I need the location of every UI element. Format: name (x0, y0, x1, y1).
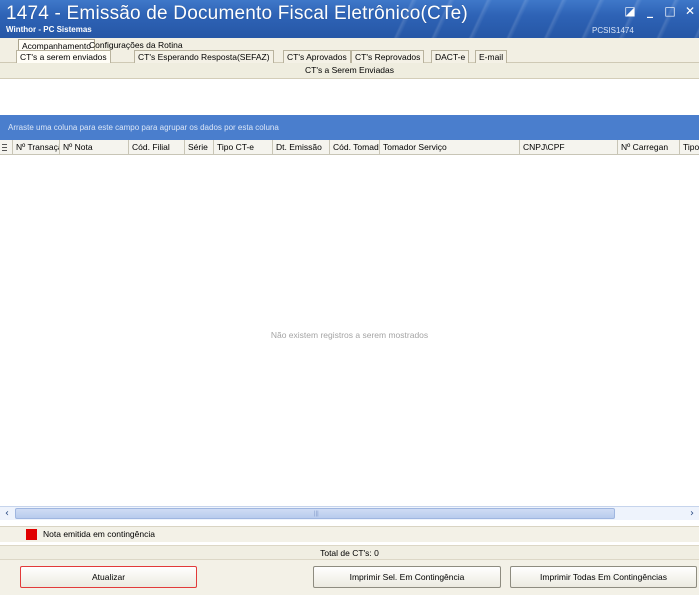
scroll-left-icon[interactable]: ‹ (0, 507, 14, 520)
window-controls: ◪ _ □ ✕ (623, 4, 697, 18)
contingency-color-swatch (26, 529, 37, 540)
legend: Nota emitida em contingência (0, 526, 699, 542)
tab-cts-reprovados[interactable]: CT's Reprovados (351, 50, 425, 63)
column-header-row: Nº Transaçã Nº Nota Cód. Filial Série Ti… (0, 140, 699, 155)
column-header-dt-emissao[interactable]: Dt. Emissão (273, 140, 330, 155)
button-bar: Atualizar Imprimir Sel. Em Contingência … (0, 560, 699, 595)
tab-strip: Acompanhamento Configurações da Rotina C… (0, 38, 699, 63)
grid-spacer (0, 79, 699, 115)
title-bar: 1474 - Emissão de Documento Fiscal Eletr… (0, 0, 699, 38)
column-chooser-icon[interactable] (0, 140, 13, 155)
scrollbar-thumb[interactable]: ||| (15, 508, 615, 519)
tab-dacte[interactable]: DACT-e (431, 50, 470, 63)
grid-caption: CT's a Serem Enviadas (0, 63, 699, 79)
scroll-right-icon[interactable]: › (685, 507, 699, 520)
column-header-nota[interactable]: Nº Nota (60, 140, 129, 155)
minimize-icon[interactable]: _ (643, 4, 657, 18)
group-by-panel[interactable]: Arraste uma coluna para este campo para … (0, 115, 699, 140)
column-header-cnpj-cpf[interactable]: CNPJ\CPF (520, 140, 618, 155)
routine-code: PCSIS1474 (592, 26, 634, 35)
column-header-serie[interactable]: Série (185, 140, 214, 155)
print-all-contingency-button[interactable]: Imprimir Todas Em Contingências (510, 566, 697, 588)
window-subtitle: Winthor - PC Sistemas (6, 25, 92, 34)
tab-cts-aprovados[interactable]: CT's Aprovados (283, 50, 351, 63)
tab-cts-esperando-resposta[interactable]: CT's Esperando Resposta(SEFAZ) (134, 50, 274, 63)
total-count: Total de CT's: 0 (0, 545, 699, 560)
window-title: 1474 - Emissão de Documento Fiscal Eletr… (6, 3, 468, 24)
close-icon[interactable]: ✕ (683, 4, 697, 18)
grid-body[interactable]: Não existem registros a serem mostrados (0, 155, 699, 506)
empty-message: Não existem registros a serem mostrados (270, 330, 429, 340)
column-header-tipo-cte[interactable]: Tipo CT-e (214, 140, 273, 155)
tab-email[interactable]: E-mail (475, 50, 508, 63)
tab-cts-a-serem-enviados[interactable]: CT's a serem enviados (16, 50, 111, 63)
column-header-transacao[interactable]: Nº Transaçã (13, 140, 60, 155)
column-header-tomador-servico[interactable]: Tomador Serviço (380, 140, 520, 155)
column-header-cod-tomador[interactable]: Cód. Tomad (330, 140, 380, 155)
column-header-filial[interactable]: Cód. Filial (129, 140, 185, 155)
horizontal-scrollbar[interactable]: ‹ ||| › (0, 506, 699, 520)
maximize-icon[interactable]: □ (663, 4, 677, 18)
print-selected-contingency-button[interactable]: Imprimir Sel. Em Contingência (313, 566, 501, 588)
column-header-tipo[interactable]: Tipo (680, 140, 699, 155)
refresh-button[interactable]: Atualizar (20, 566, 197, 588)
restore-icon[interactable]: ◪ (623, 4, 637, 18)
column-header-carregamento[interactable]: Nº Carregan (618, 140, 680, 155)
legend-label: Nota emitida em contingência (43, 529, 155, 539)
